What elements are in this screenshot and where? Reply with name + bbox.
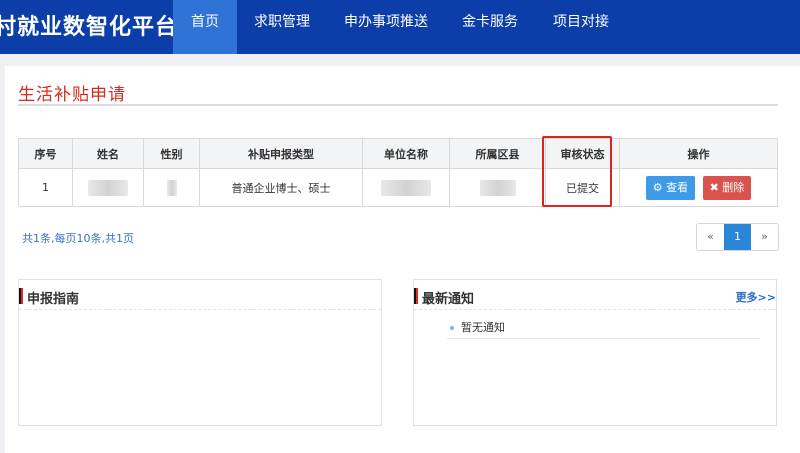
list-item[interactable]: 暂无通知 (447, 319, 760, 339)
news-panel: 最新通知 更多>> 暂无通知 (413, 279, 777, 426)
cell-employer-redacted (362, 168, 450, 207)
guide-panel-header: 申报指南 (19, 286, 381, 310)
col-district: 所属区县 (449, 138, 546, 169)
delete-button[interactable]: ✖ 删除 (702, 175, 752, 200)
site-brand: 村就业数智化平台 (0, 15, 179, 40)
news-panel-header: 最新通知 更多>> (414, 286, 776, 310)
main-nav: 首页 求职管理 申办事项推送 金卡服务 项目对接 (173, 0, 627, 54)
page-title: 生活补贴申请 (18, 85, 126, 105)
page-1-button[interactable]: 1 (724, 224, 751, 250)
news-title: 最新通知 (422, 292, 475, 307)
col-employer: 单位名称 (362, 138, 450, 169)
title-marker (414, 288, 418, 304)
col-gender: 性别 (143, 138, 200, 169)
view-button-label: 查看 (666, 180, 689, 194)
pagination: « 1 » (696, 223, 779, 251)
col-actions: 操作 (619, 138, 778, 169)
nav-matter-push[interactable]: 申办事项推送 (327, 0, 445, 54)
pagination-summary: 共1条,每页10条,共1页 (22, 232, 134, 245)
title-divider (18, 104, 778, 106)
view-button[interactable]: ⚙ 查看 (645, 175, 696, 200)
cell-review-status: 已提交 (545, 168, 620, 207)
next-page-button[interactable]: » (751, 224, 778, 250)
cell-actions: ⚙ 查看 ✖ 删除 (619, 168, 778, 207)
cell-index: 1 (18, 168, 73, 207)
gear-icon: ⚙ (652, 180, 663, 194)
top-navigation-bar: 村就业数智化平台 首页 求职管理 申办事项推送 金卡服务 项目对接 (0, 0, 800, 54)
guide-title: 申报指南 (27, 292, 80, 307)
delete-button-label: 删除 (722, 180, 745, 194)
table-row: 1 普通企业博士、硕士 已提交 ⚙ 查看 ✖ 删除 (18, 168, 778, 207)
bullet-icon (450, 326, 454, 330)
cell-gender-redacted (143, 168, 200, 207)
nav-job-management[interactable]: 求职管理 (237, 0, 327, 54)
cell-subsidy-type: 普通企业博士、硕士 (199, 168, 363, 207)
col-subsidy-type: 补贴申报类型 (199, 138, 363, 169)
nav-project-docking[interactable]: 项目对接 (535, 0, 627, 54)
nav-gold-card[interactable]: 金卡服务 (445, 0, 535, 54)
prev-page-button[interactable]: « (697, 224, 724, 250)
cell-name-redacted (72, 168, 144, 207)
more-link[interactable]: 更多>> (736, 289, 776, 305)
notice-text: 暂无通知 (461, 321, 505, 334)
col-review-status: 审核状态 (545, 138, 620, 169)
cell-district-redacted (449, 168, 546, 207)
col-index: 序号 (18, 138, 73, 169)
nav-home[interactable]: 首页 (173, 0, 237, 54)
title-marker (19, 288, 23, 304)
subsidy-table: 序号 姓名 性别 补贴申报类型 单位名称 所属区县 审核状态 操作 1 普通企业… (18, 138, 778, 207)
guide-panel: 申报指南 (18, 279, 382, 426)
table-header-row: 序号 姓名 性别 补贴申报类型 单位名称 所属区县 审核状态 操作 (18, 138, 778, 169)
close-icon: ✖ (709, 180, 719, 194)
col-name: 姓名 (72, 138, 144, 169)
